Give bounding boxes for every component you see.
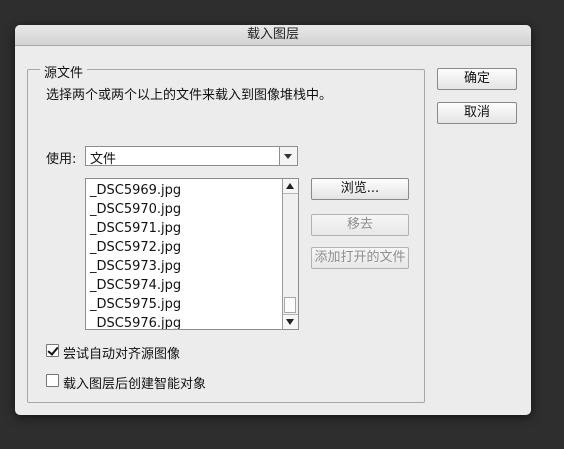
file-list-item[interactable]: _DSC5974.jpg	[90, 276, 181, 295]
chevron-down-icon[interactable]	[279, 147, 297, 165]
ok-button[interactable]: 确定	[437, 68, 517, 90]
file-list-item[interactable]: _DSC5973.jpg	[90, 257, 181, 276]
add-open-files-button[interactable]: 添加打开的文件	[311, 247, 409, 269]
browse-button[interactable]: 浏览...	[311, 178, 409, 200]
dialog-title: 载入图层	[15, 25, 531, 46]
remove-button[interactable]: 移去	[311, 214, 409, 236]
smart-object-checkbox[interactable]	[46, 374, 59, 387]
file-list-item[interactable]: _DSC5975.jpg	[90, 295, 181, 314]
file-list-scrollbar[interactable]	[282, 179, 298, 329]
scroll-thumb[interactable]	[284, 297, 296, 313]
file-list-item[interactable]: _DSC5970.jpg	[90, 200, 181, 219]
file-list[interactable]: _DSC5969.jpg _DSC5970.jpg _DSC5971.jpg _DSC…	[85, 178, 299, 330]
source-description: 选择两个或两个以上的文件来载入到图像堆栈中。	[46, 88, 333, 103]
use-select[interactable]: 文件	[85, 146, 298, 167]
file-list-item[interactable]: _DSC5969.jpg	[90, 181, 181, 200]
smart-object-label: 载入图层后创建智能对象	[63, 377, 207, 392]
file-list-item[interactable]: _DSC5972.jpg	[90, 238, 181, 257]
scroll-down-icon[interactable]	[283, 314, 298, 329]
use-select-value: 文件	[90, 152, 117, 167]
file-list-items: _DSC5969.jpg _DSC5970.jpg _DSC5971.jpg _DSC…	[90, 181, 181, 329]
auto-align-checkbox[interactable]	[46, 344, 59, 357]
file-list-item[interactable]: _DSC5976.jpg	[90, 314, 181, 329]
use-label: 使用:	[46, 152, 77, 167]
cancel-button[interactable]: 取消	[437, 102, 517, 124]
auto-align-label: 尝试自动对齐源图像	[63, 347, 181, 362]
load-layers-dialog: 载入图层 源文件 选择两个或两个以上的文件来载入到图像堆栈中。 使用: 文件 _…	[15, 25, 531, 415]
scroll-up-icon[interactable]	[283, 179, 298, 194]
file-list-item[interactable]: _DSC5971.jpg	[90, 219, 181, 238]
source-files-legend: 源文件	[40, 62, 88, 81]
